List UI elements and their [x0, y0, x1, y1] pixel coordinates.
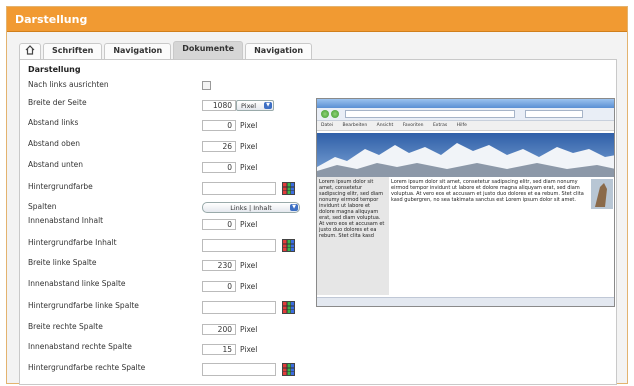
color-picker-icon[interactable] — [282, 182, 295, 195]
forward-icon — [331, 110, 339, 118]
tab-content: Darstellung Nach links ausrichten Breite… — [19, 59, 617, 385]
chevron-down-icon: ▼ — [290, 204, 298, 211]
right-col-width-input[interactable]: 200 — [202, 324, 236, 335]
right-col-width-unit: Pixel — [240, 325, 258, 334]
margin-left-label: Abstand links — [28, 118, 79, 127]
right-col-bg-label: Hintergrundfarbe rechte Spalte — [28, 363, 146, 372]
preview-menu-item: Hilfe — [456, 123, 467, 128]
content-padding-input[interactable]: 0 — [202, 219, 236, 230]
preview-left-column: Lorem ipsum dolor sit amet, consetetur s… — [317, 177, 389, 295]
preview-menu-item: Bearbeiten — [342, 123, 368, 128]
preview-mountain-banner — [317, 133, 614, 177]
preview-menu-item: Extras — [432, 123, 448, 128]
preview-browser-titlebar — [317, 99, 614, 108]
preview-columns: Lorem ipsum dolor sit amet, consetetur s… — [317, 177, 614, 299]
preview-menu-item: Favoriten — [402, 123, 424, 128]
left-col-bg-input[interactable] — [202, 301, 276, 314]
left-col-padding-label: Innenabstand linke Spalte — [28, 279, 126, 288]
page-width-unit-value: Pixel — [241, 102, 257, 110]
align-left-checkbox[interactable] — [202, 81, 211, 90]
tab-bar: Schriften Navigation Dokumente Navigatio… — [19, 41, 314, 59]
margin-bottom-label: Abstand unten — [28, 160, 84, 169]
background-color-input[interactable] — [202, 182, 276, 195]
color-picker-icon[interactable] — [282, 301, 295, 314]
panel-body: Schriften Navigation Dokumente Navigatio… — [7, 32, 627, 385]
left-col-width-unit: Pixel — [240, 261, 258, 270]
columns-label: Spalten — [28, 202, 57, 211]
margin-top-label: Abstand oben — [28, 139, 80, 148]
align-left-label: Nach links ausrichten — [28, 80, 109, 89]
preview-menubar: Datei Bearbeiten Ansicht Favoriten Extra… — [317, 121, 614, 131]
columns-select[interactable]: Links | Inhalt ▼ — [202, 202, 300, 213]
margin-top-unit: Pixel — [240, 142, 258, 151]
preview-address-bar — [317, 108, 614, 121]
left-col-bg-label: Hintergrundfarbe linke Spalte — [28, 301, 139, 310]
section-title: Darstellung — [28, 65, 81, 74]
page-width-unit-select[interactable]: Pixel ▼ — [236, 100, 274, 111]
right-col-padding-label: Innenabstand rechte Spalte — [28, 342, 132, 351]
margin-bottom-input[interactable]: 0 — [202, 162, 236, 173]
page-width-label: Breite der Seite — [28, 98, 87, 107]
preview-search-field — [525, 110, 583, 118]
preview-url-field — [345, 110, 515, 118]
color-picker-icon[interactable] — [282, 239, 295, 252]
content-padding-label: Innenabstand Inhalt — [28, 216, 104, 225]
margin-bottom-unit: Pixel — [240, 163, 258, 172]
margin-left-input[interactable]: 0 — [202, 120, 236, 131]
panel-title: Darstellung — [7, 7, 627, 32]
back-icon — [321, 110, 329, 118]
right-col-bg-input[interactable] — [202, 363, 276, 376]
preview-menu-item: Datei — [321, 123, 334, 128]
preview-status-bar — [317, 297, 614, 306]
left-col-width-label: Breite linke Spalte — [28, 258, 97, 267]
left-col-padding-unit: Pixel — [240, 282, 258, 291]
tab-home[interactable] — [19, 43, 41, 59]
tab-navigation[interactable]: Navigation — [104, 43, 172, 59]
background-color-label: Hintergrundfarbe — [28, 182, 93, 191]
margin-left-unit: Pixel — [240, 121, 258, 130]
layout-preview-thumbnail: Datei Bearbeiten Ansicht Favoriten Extra… — [316, 98, 615, 307]
left-col-padding-input[interactable]: 0 — [202, 281, 236, 292]
preview-right-column — [589, 177, 614, 239]
right-col-padding-unit: Pixel — [240, 345, 258, 354]
margin-top-input[interactable]: 26 — [202, 141, 236, 152]
tab-schriften[interactable]: Schriften — [43, 43, 103, 59]
preview-content-column: Lorem ipsum dolor sit amet, consetetur s… — [389, 177, 589, 239]
right-col-width-label: Breite rechte Spalte — [28, 322, 103, 331]
content-padding-unit: Pixel — [240, 220, 258, 229]
settings-panel: Darstellung Schriften Navigation Dokumen… — [6, 6, 628, 385]
preview-menu-item: Ansicht — [376, 123, 394, 128]
chevron-down-icon: ▼ — [264, 102, 272, 109]
home-icon — [25, 45, 35, 55]
right-col-padding-input[interactable]: 15 — [202, 344, 236, 355]
page-width-input[interactable]: 1080 — [202, 100, 236, 111]
preview-image — [591, 179, 613, 209]
color-picker-icon[interactable] — [282, 363, 295, 376]
columns-select-value: Links | Inhalt — [230, 204, 272, 212]
tab-navigation-2[interactable]: Navigation — [245, 43, 313, 59]
left-col-width-input[interactable]: 230 — [202, 260, 236, 271]
content-bg-label: Hintergrundfarbe Inhalt — [28, 238, 117, 247]
tab-dokumente[interactable]: Dokumente — [173, 41, 244, 59]
content-bg-input[interactable] — [202, 239, 276, 252]
